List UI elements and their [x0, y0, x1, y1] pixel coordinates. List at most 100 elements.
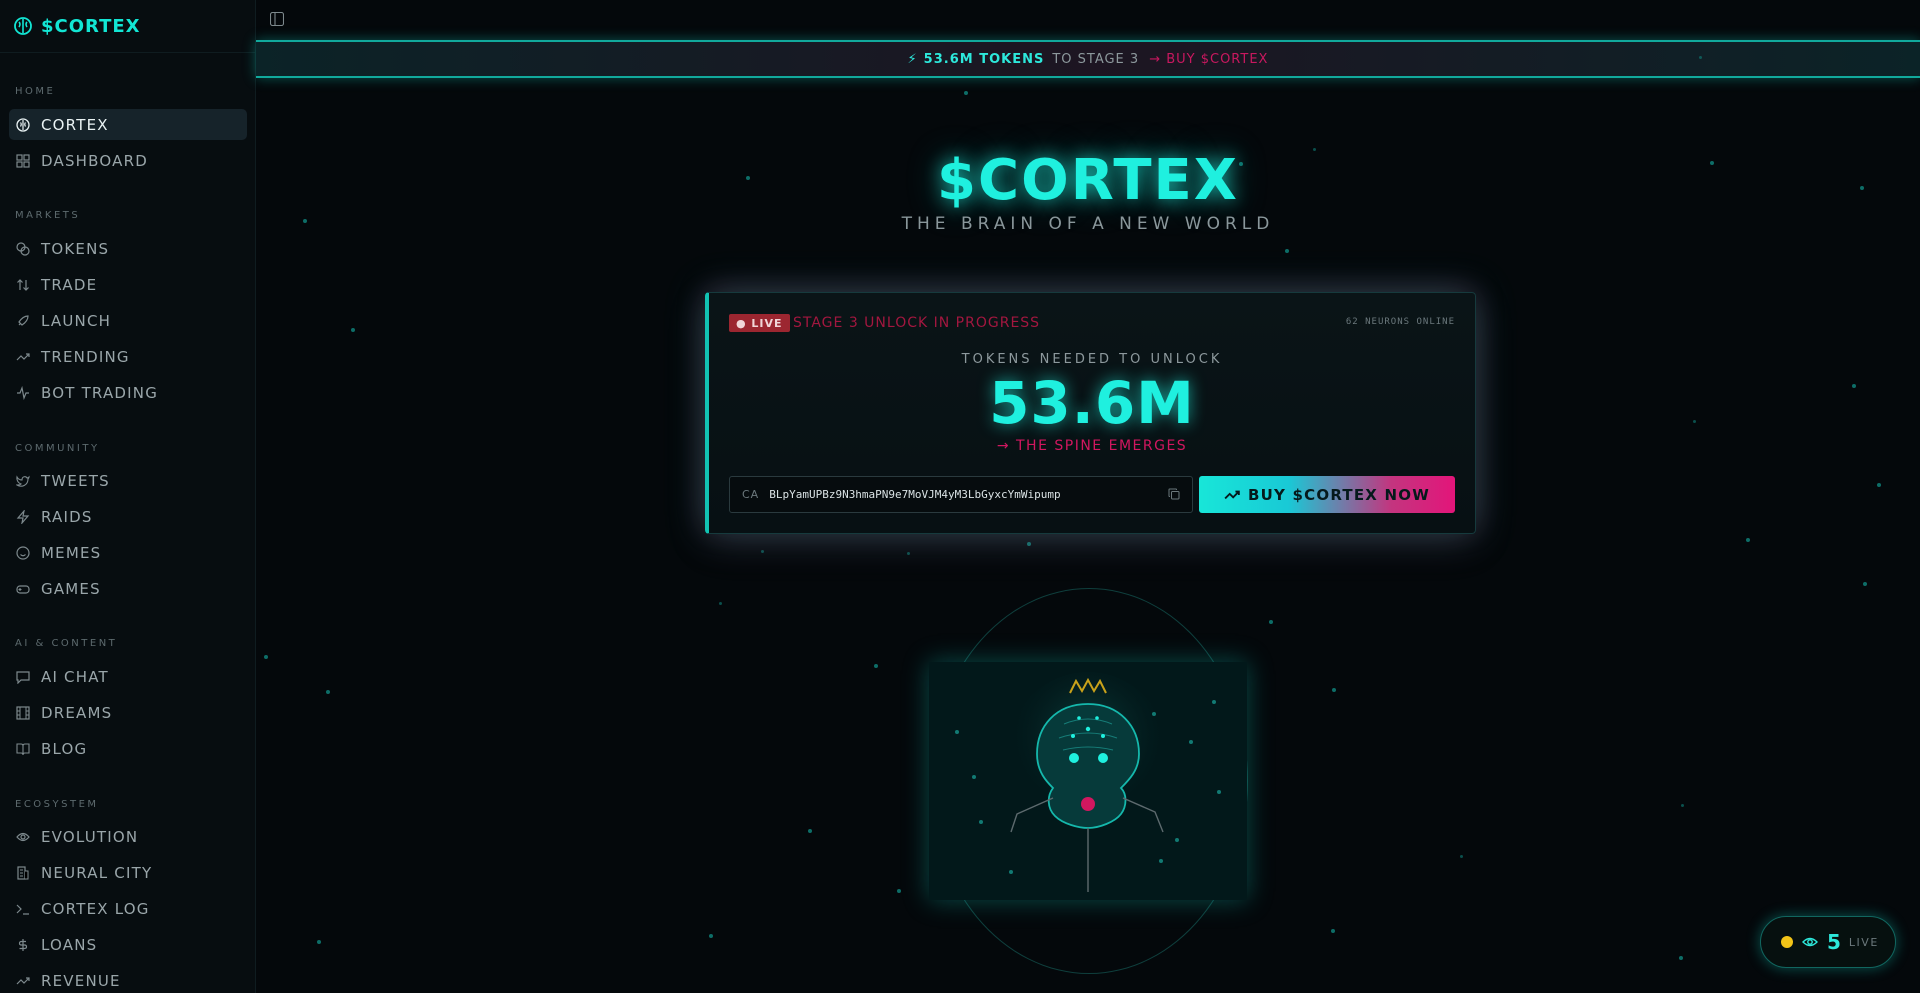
activity-icon: [17, 385, 29, 400]
sidebar-item-label: BOT TRADING: [41, 383, 159, 402]
terminal-icon: [16, 904, 29, 915]
live-label: LIVE: [1848, 935, 1879, 949]
star: [719, 602, 722, 605]
top-bar: [256, 0, 1920, 40]
star: [1460, 855, 1463, 858]
sidebar-item-raids[interactable]: RAIDS: [9, 501, 247, 532]
star: [351, 328, 355, 332]
sidebar-item-trade[interactable]: TRADE: [9, 269, 247, 300]
sidebar-item-neural-city[interactable]: NEURAL CITY: [9, 857, 247, 888]
sidebar-item-loans[interactable]: LOANS: [9, 929, 247, 960]
sidebar-item-label: CORTEX LOG: [41, 899, 150, 918]
star: [1693, 420, 1696, 423]
creature-illustration: [929, 662, 1247, 900]
book-icon: [16, 742, 30, 755]
star: [1285, 249, 1289, 253]
sidebar-item-cortex[interactable]: CORTEX: [9, 109, 247, 140]
sidebar-item-bot-trading[interactable]: BOT TRADING: [9, 377, 247, 408]
sidebar-item-ai-chat[interactable]: AI CHAT: [9, 661, 247, 692]
twitter-icon: [16, 474, 30, 487]
star: [709, 934, 713, 938]
star: [317, 940, 321, 944]
star: [907, 552, 910, 555]
zap-icon: ⚡: [907, 51, 918, 67]
star: [1877, 483, 1881, 487]
sidebar-item-label: REVENUE: [41, 971, 121, 990]
sidebar-item-label: TWEETS: [41, 471, 110, 490]
star: [1852, 384, 1856, 388]
star: [1681, 804, 1684, 807]
brand-logo[interactable]: $CORTEX: [0, 0, 255, 53]
contract-address-field[interactable]: CA BLpYamUPBz9N3hmaPN9e7MoVJM4yM3LbGyxcY…: [729, 476, 1193, 513]
star: [761, 550, 764, 553]
sidebar-item-label: RAIDS: [41, 507, 93, 526]
zap-icon: [16, 509, 30, 524]
cortex-creature-image: [929, 662, 1247, 900]
star: [1699, 56, 1702, 59]
spine-emerges-text: → THE SPINE EMERGES: [996, 438, 1188, 454]
sidebar-toggle-icon[interactable]: [270, 12, 284, 26]
sidebar-item-label: TRADE: [41, 275, 98, 294]
sidebar-item-label: TRENDING: [41, 347, 130, 366]
hero-title: $CORTEX: [937, 148, 1239, 213]
star: [326, 690, 330, 694]
arrows-up-down-icon: [17, 278, 29, 291]
star: [1332, 688, 1336, 692]
section-label-home: HOME: [15, 86, 56, 97]
film-icon: [16, 705, 30, 720]
sidebar-item-label: CORTEX: [41, 115, 109, 134]
tokens-needed-label: TOKENS NEEDED TO UNLOCK: [961, 352, 1223, 367]
sidebar-item-trending[interactable]: TRENDING: [9, 341, 247, 372]
sidebar-item-label: NEURAL CITY: [41, 863, 153, 882]
ticker-amount: 53.6M TOKENS: [923, 51, 1045, 67]
sidebar-item-revenue[interactable]: REVENUE: [9, 965, 247, 993]
sidebar-item-label: GAMES: [41, 579, 101, 598]
sidebar-item-cortex-log[interactable]: CORTEX LOG: [9, 893, 247, 924]
trending-up-icon: [16, 976, 30, 984]
star: [1679, 956, 1683, 960]
sidebar-item-launch[interactable]: LAUNCH: [9, 305, 247, 336]
message-icon: [16, 670, 30, 684]
sidebar-item-tweets[interactable]: TWEETS: [9, 465, 247, 496]
rocket-icon: [18, 314, 29, 326]
star: [1746, 538, 1750, 542]
gamepad-icon: [16, 584, 30, 594]
sidebar-item-label: EVOLUTION: [41, 827, 139, 846]
star: [874, 664, 878, 668]
live-viewers-pill[interactable]: 5 LIVE: [1760, 916, 1896, 968]
coins-icon: [16, 241, 30, 256]
brain-icon: [16, 117, 30, 132]
status-dot: [1781, 936, 1793, 948]
ca-value[interactable]: BLpYamUPBz9N3hmaPN9e7MoVJM4yM3LbGyxcYmWi…: [769, 488, 1060, 501]
sidebar-item-games[interactable]: GAMES: [9, 573, 247, 604]
buy-now-label: BUY $CORTEX NOW: [1248, 485, 1430, 504]
dollar-icon: [18, 938, 28, 951]
sidebar-item-evolution[interactable]: EVOLUTION: [9, 821, 247, 852]
eye-icon: [1802, 937, 1818, 947]
section-label-ai-content: AI & CONTENT: [15, 638, 118, 649]
sidebar-item-dreams[interactable]: DREAMS: [9, 697, 247, 728]
section-label-community: COMMUNITY: [15, 443, 100, 454]
ca-label: CA: [742, 488, 760, 501]
buy-now-button[interactable]: BUY $CORTEX NOW: [1199, 476, 1455, 513]
star: [1863, 582, 1867, 586]
copy-icon[interactable]: [1168, 488, 1180, 500]
sidebar-item-label: BLOG: [41, 739, 88, 758]
ticker-buy-link[interactable]: → BUY $CORTEX: [1149, 52, 1268, 67]
sidebar-item-blog[interactable]: BLOG: [9, 733, 247, 764]
sidebar-item-label: MEMES: [41, 543, 102, 562]
sidebar-item-label: LOANS: [41, 935, 98, 954]
smile-icon: [16, 545, 30, 560]
sidebar-item-tokens[interactable]: TOKENS: [9, 233, 247, 264]
star: [1269, 620, 1273, 624]
trending-up-icon: [1224, 490, 1240, 499]
star: [964, 91, 968, 95]
sidebar-item-memes[interactable]: MEMES: [9, 537, 247, 568]
eye-icon: [16, 832, 30, 841]
star: [264, 655, 268, 659]
stage-status: STAGE 3 UNLOCK IN PROGRESS: [793, 315, 1041, 331]
section-label-ecosystem: ECOSYSTEM: [15, 799, 99, 810]
sidebar-item-label: DREAMS: [41, 703, 113, 722]
ticker-banner[interactable]: ⚡ 53.6M TOKENS TO STAGE 3 → BUY $CORTEX: [256, 40, 1920, 78]
sidebar-item-label: TOKENS: [41, 239, 110, 258]
